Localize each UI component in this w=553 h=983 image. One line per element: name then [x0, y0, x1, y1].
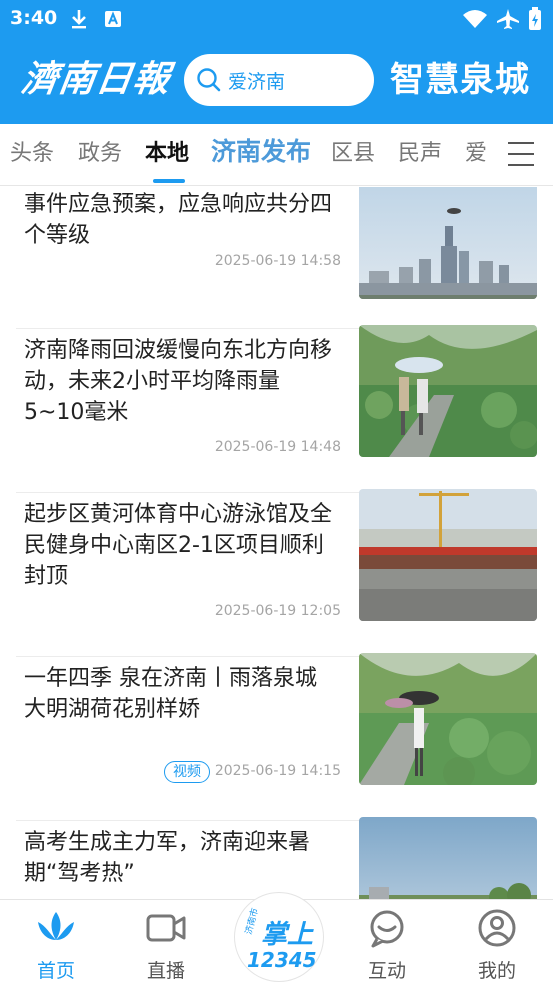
center-logo-top: 济南市 — [242, 907, 261, 936]
smart-spring-city-logo[interactable]: 智慧泉城 — [390, 54, 540, 106]
search-icon — [197, 68, 221, 92]
video-badge: 视频 — [164, 761, 210, 783]
lotus-home-icon — [38, 912, 74, 940]
news-item[interactable]: 济南降雨回波缓慢向东北方向移动，未来2小时平均降雨量5~10毫米 2025-06… — [16, 325, 537, 493]
user-circle-icon — [478, 909, 516, 947]
nav-home-label: 首页 — [36, 960, 75, 982]
news-thumbnail — [359, 325, 537, 457]
app-header: 濟南日報 爱济南 智慧泉城 — [0, 46, 553, 118]
tab-government[interactable]: 政务 — [78, 138, 122, 170]
news-time: 2025-06-19 14:15 — [214, 763, 341, 779]
news-title: 一年四季 泉在济南丨雨落泉城 大明湖荷花别样娇 — [24, 666, 317, 722]
app-a-icon — [104, 8, 122, 30]
channel-tab-bar: 头条 政务 本地 济南发布 区县 民声 爱 — [0, 124, 553, 186]
tab-public-voice[interactable]: 民声 — [398, 138, 442, 170]
tab-love[interactable]: 爱 — [465, 138, 487, 170]
battery-icon — [528, 7, 542, 30]
news-thumbnail — [359, 653, 537, 785]
airplane-icon — [496, 8, 520, 30]
nav-interact[interactable]: 互动 — [347, 908, 427, 983]
center-logo-main: 掌上 — [261, 920, 314, 950]
news-time: 2025-06-19 14:58 — [214, 253, 341, 269]
nav-mine[interactable]: 我的 — [457, 908, 537, 983]
news-title: 济南降雨回波缓慢向东北方向移动，未来2小时平均降雨量5~10毫米 — [24, 338, 333, 425]
center-logo-num: 12345 — [247, 948, 317, 972]
nav-interact-label: 互动 — [367, 960, 406, 982]
chat-bubble-icon — [370, 910, 404, 948]
nav-mine-label: 我的 — [477, 960, 516, 982]
tab-local[interactable]: 本地 — [145, 138, 189, 170]
news-item[interactable]: 事件应急预案，应急响应共分四个等级 2025-06-19 14:58 — [16, 187, 537, 329]
news-time: 2025-06-19 14:48 — [214, 439, 341, 455]
news-item[interactable]: 一年四季 泉在济南丨雨落泉城 大明湖荷花别样娇 视频 2025-06-19 14… — [16, 653, 537, 821]
app-screen: 3:40 濟南日報 爱济南 智慧泉城 头条 政务 本地 济南发布 区县 民声 爱… — [0, 0, 553, 983]
news-item[interactable]: 高考生成主力军，济南迎来暑期“驾考热” — [16, 817, 537, 899]
news-item[interactable]: 起步区黄河体育中心游泳馆及全民健身中心南区2-1区项目顺利封顶 2025-06-… — [16, 489, 537, 657]
news-title: 起步区黄河体育中心游泳馆及全民健身中心南区2-1区项目顺利封顶 — [24, 502, 333, 589]
wifi-icon — [462, 8, 488, 30]
video-camera-icon — [146, 914, 186, 942]
news-time: 2025-06-19 12:05 — [214, 603, 341, 619]
hotline-12345-logo: 济南市 掌上 12345 — [242, 907, 317, 972]
news-thumbnail — [359, 817, 537, 899]
news-title: 高考生成主力军，济南迎来暑期“驾考热” — [24, 830, 311, 886]
nav-live[interactable]: 直播 — [126, 908, 206, 983]
active-tab-indicator — [153, 179, 185, 183]
news-thumbnail — [359, 187, 537, 299]
search-placeholder: 爱济南 — [228, 70, 286, 93]
news-title: 事件应急预案，应急响应共分四个等级 — [24, 192, 333, 248]
nav-12345-hotline[interactable]: 济南市 掌上 12345 — [234, 892, 324, 982]
news-thumbnail — [359, 489, 537, 621]
news-feed[interactable]: 事件应急预案，应急响应共分四个等级 2025-06-19 14:58 济南降雨回… — [0, 187, 553, 899]
top-header-background: 3:40 濟南日報 爱济南 智慧泉城 — [0, 0, 553, 124]
menu-icon[interactable] — [508, 142, 534, 166]
tab-headlines[interactable]: 头条 — [10, 138, 54, 170]
jinan-daily-logo[interactable]: 濟南日報 — [18, 54, 173, 104]
nav-home[interactable]: 首页 — [16, 908, 96, 983]
status-time: 3:40 — [10, 7, 58, 29]
search-bar[interactable]: 爱济南 — [184, 54, 374, 106]
status-bar: 3:40 — [0, 0, 553, 38]
nav-live-label: 直播 — [146, 960, 185, 982]
download-icon — [70, 8, 88, 30]
tab-districts[interactable]: 区县 — [331, 138, 375, 170]
tab-jinan-release[interactable]: 济南发布 — [211, 136, 311, 168]
bottom-navigation: 首页 直播 济南市 掌上 12345 互动 我的 — [0, 892, 553, 983]
